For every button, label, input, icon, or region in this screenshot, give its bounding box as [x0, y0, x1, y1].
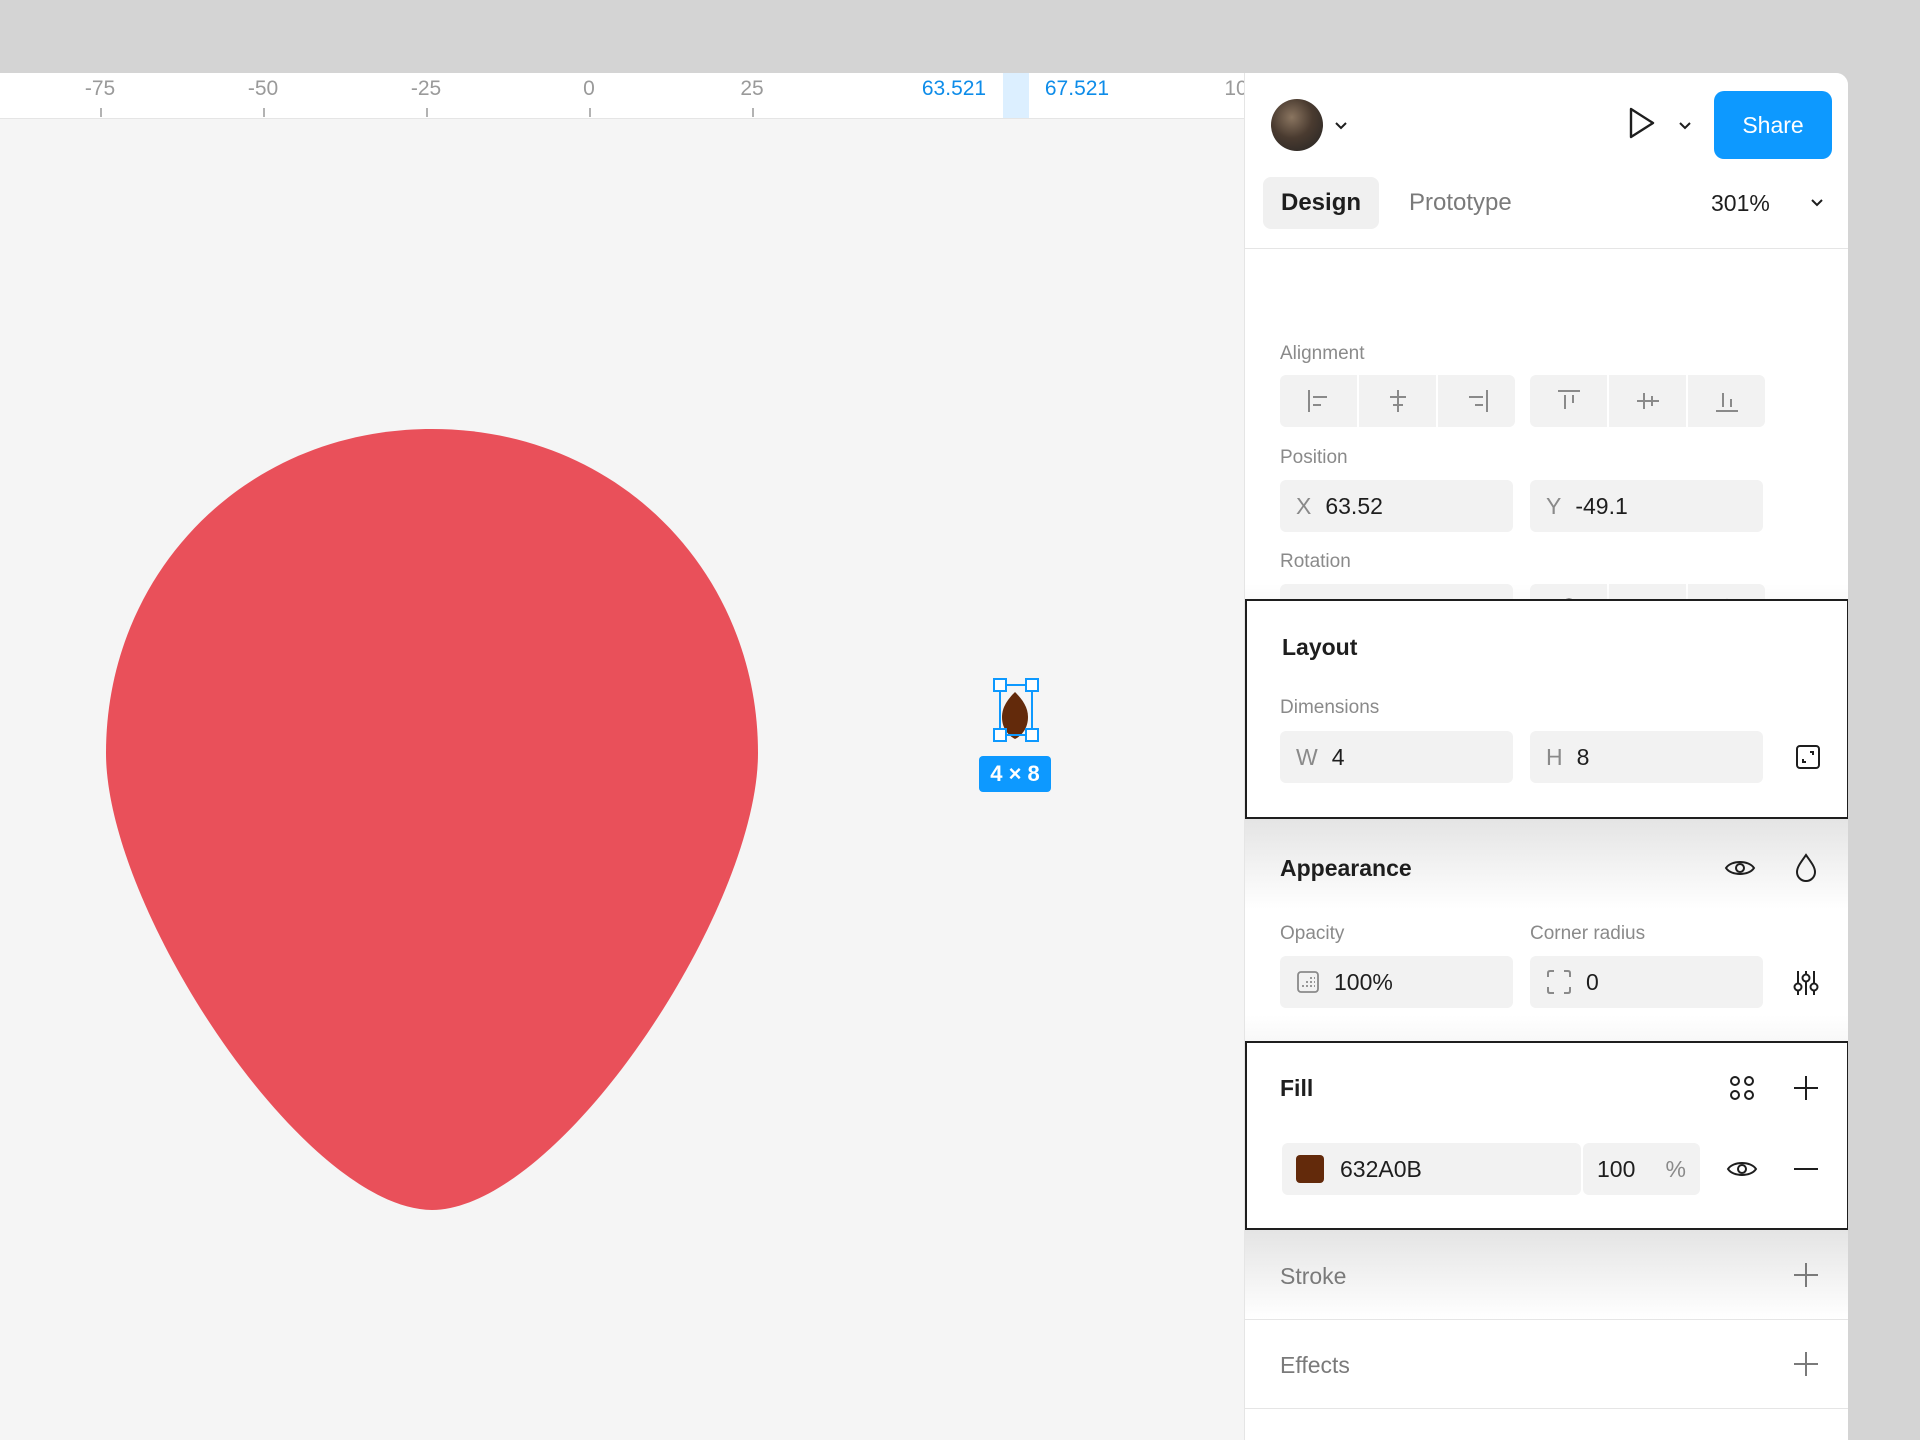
blend-mode-drop-icon[interactable]	[1789, 851, 1823, 885]
position-x-field[interactable]: X 63.52	[1280, 480, 1513, 532]
large-drop-shape[interactable]	[106, 429, 758, 1210]
vertical-align-group	[1530, 375, 1765, 427]
align-left-icon[interactable]	[1280, 375, 1357, 427]
fill-section: Fill 632A0B 100 %	[1245, 1041, 1848, 1230]
zoom-level[interactable]: 301%	[1711, 190, 1770, 217]
share-button[interactable]: Share	[1714, 91, 1832, 159]
rotation-label: Rotation	[1280, 551, 1351, 572]
remove-fill-icon[interactable]	[1789, 1152, 1823, 1186]
width-field[interactable]: W 4	[1280, 731, 1513, 783]
resize-handle-top-right[interactable]	[1025, 678, 1039, 692]
effects-section: Effects	[1245, 1320, 1848, 1408]
chevron-down-icon[interactable]	[1677, 117, 1693, 133]
color-swatch[interactable]	[1296, 1155, 1324, 1183]
corner-radius-icon	[1546, 969, 1572, 995]
chevron-down-icon[interactable]	[1333, 117, 1349, 133]
stroke-section: Stroke	[1245, 1230, 1848, 1319]
align-bottom-icon[interactable]	[1688, 375, 1765, 427]
play-icon[interactable]	[1621, 103, 1661, 143]
position-y-field[interactable]: Y -49.1	[1530, 480, 1763, 532]
canvas-shapes	[106, 429, 1028, 1210]
constrain-proportions-icon[interactable]	[1793, 742, 1823, 772]
height-field[interactable]: H 8	[1530, 731, 1763, 783]
resize-handle-bottom-left[interactable]	[993, 728, 1007, 742]
horizontal-align-group	[1280, 375, 1515, 427]
add-effect-icon[interactable]	[1789, 1347, 1823, 1381]
effects-title: Effects	[1280, 1352, 1350, 1378]
app-window: -75 -50 -25 0 25 10 63.521 67.521 4 × 8 …	[0, 73, 1848, 1440]
corner-radius-field[interactable]: 0	[1530, 956, 1763, 1008]
resize-handle-top-left[interactable]	[993, 678, 1007, 692]
add-stroke-icon[interactable]	[1789, 1258, 1823, 1292]
stroke-title: Stroke	[1280, 1263, 1347, 1289]
ruler-selection-start: 63.521	[921, 77, 987, 100]
tab-design[interactable]: Design	[1263, 177, 1380, 229]
design-canvas[interactable]: 4 × 8	[0, 119, 1244, 1440]
resize-handle-bottom-right[interactable]	[1025, 728, 1039, 742]
top-ruler: -75 -50 -25 0 25 10 63.521 67.521	[0, 73, 1248, 119]
align-right-icon[interactable]	[1438, 375, 1515, 427]
corner-radius-label: Corner radius	[1530, 923, 1646, 944]
fill-opacity-field[interactable]: 100 %	[1583, 1143, 1700, 1195]
layout-section: Layout Dimensions W 4 H 8	[1245, 599, 1848, 819]
align-horizontal-center-icon[interactable]	[1359, 375, 1436, 427]
opacity-label: Opacity	[1280, 923, 1345, 944]
eye-icon[interactable]	[1723, 851, 1757, 885]
add-fill-icon[interactable]	[1789, 1071, 1823, 1105]
eye-icon[interactable]	[1725, 1152, 1759, 1186]
divider	[1245, 1408, 1848, 1409]
panel-header: Share Design Prototype 301%	[1245, 73, 1848, 249]
tab-prototype[interactable]: Prototype	[1391, 177, 1530, 229]
opacity-icon	[1296, 970, 1320, 994]
opacity-field[interactable]: 100%	[1280, 956, 1513, 1008]
styles-grid-icon[interactable]	[1725, 1071, 1759, 1105]
layout-title: Layout	[1282, 634, 1358, 660]
align-vertical-center-icon[interactable]	[1609, 375, 1686, 427]
align-top-icon[interactable]	[1530, 375, 1607, 427]
avatar[interactable]	[1271, 99, 1323, 151]
chevron-down-icon[interactable]	[1809, 194, 1825, 210]
fill-title: Fill	[1280, 1075, 1314, 1101]
dimension-label: 4 × 8	[979, 756, 1051, 792]
dimensions-label: Dimensions	[1280, 697, 1380, 718]
ruler-selection-highlight	[1003, 73, 1029, 118]
ruler-selection-end: 67.521	[1044, 77, 1110, 100]
properties-panel: Share Design Prototype 301% Alignment Po…	[1244, 73, 1848, 1440]
alignment-label: Alignment	[1280, 343, 1365, 364]
appearance-title: Appearance	[1280, 855, 1412, 881]
fill-color-field[interactable]: 632A0B	[1282, 1143, 1581, 1195]
independent-corners-icon[interactable]	[1789, 966, 1823, 1000]
position-label: Position	[1280, 447, 1348, 468]
